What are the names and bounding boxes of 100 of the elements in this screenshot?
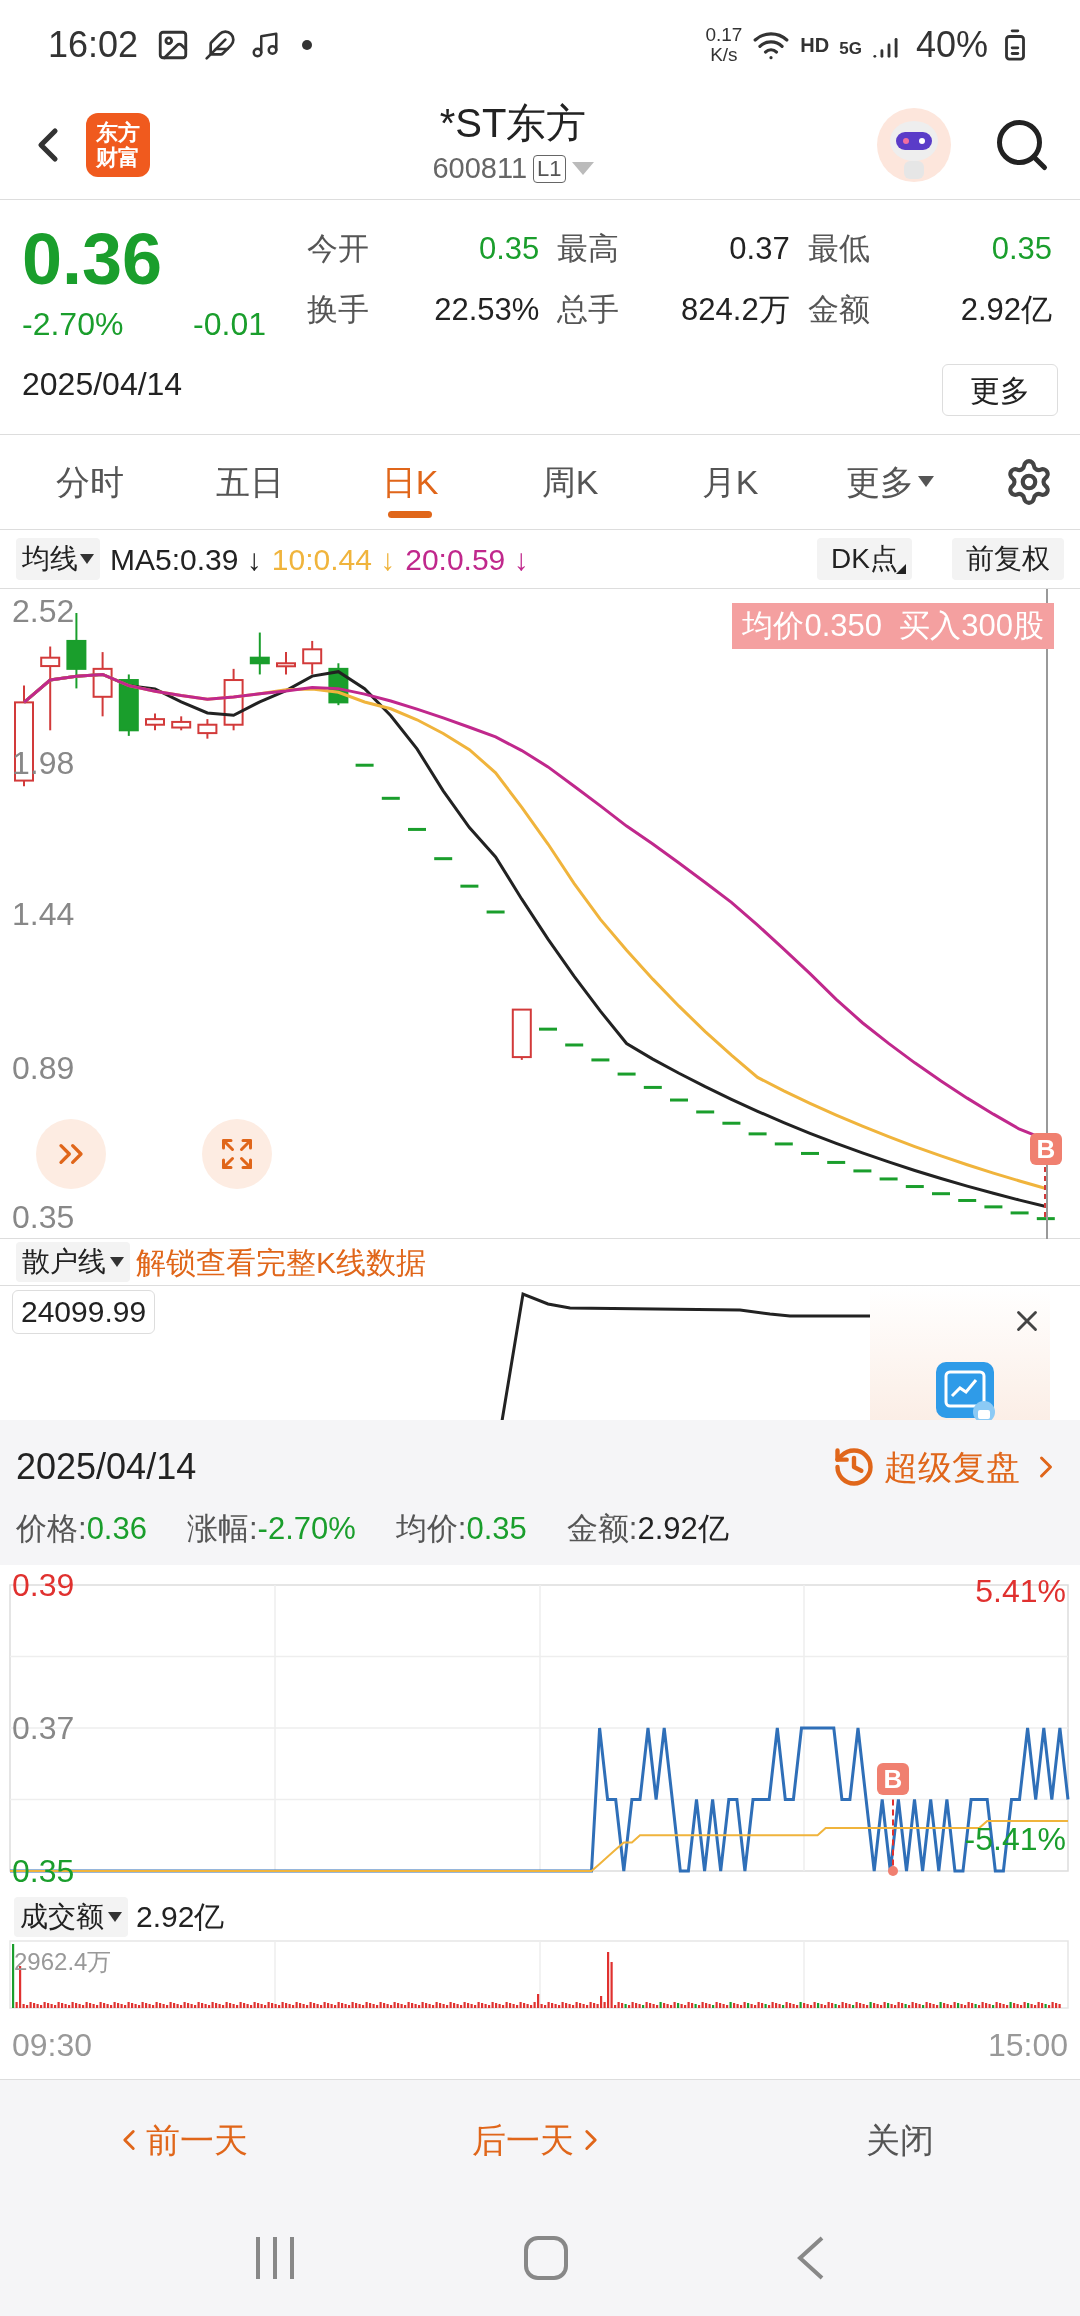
home-icon[interactable] [523, 2235, 569, 2281]
candlestick [670, 1098, 688, 1102]
candlestick [696, 1110, 715, 1114]
marker-line [1044, 1166, 1046, 1220]
candlestick [511, 1008, 532, 1061]
candlestick [853, 1169, 872, 1173]
candlestick [118, 673, 139, 737]
stat-value: 0.36 [86, 1510, 147, 1548]
candlestick [249, 631, 270, 676]
candlestick [197, 718, 218, 740]
stat-label: 最低 [807, 230, 870, 268]
moving-average-value: MA5:0.39 ↓ [110, 541, 262, 578]
candlestick [958, 1198, 977, 1202]
candlestick [643, 1085, 662, 1089]
candlestick [774, 1142, 793, 1146]
candlestick [748, 1132, 767, 1136]
period-tab[interactable]: 更多 [810, 434, 970, 530]
candlestick [827, 1160, 846, 1164]
axis-label: 1.44 [12, 896, 75, 932]
period-tab[interactable]: 五日 [170, 434, 330, 530]
stat-value: -2.70% [257, 1510, 356, 1548]
history-icon [832, 1445, 876, 1489]
moving-average-value: 20:0.59 ↓ [405, 541, 529, 578]
time-label: 09:30 [12, 2025, 93, 2065]
volume-max-label: 2962.4万 [14, 1947, 112, 1977]
axis-label: 2.52 [12, 593, 75, 629]
stat-value: 0.35 [479, 230, 540, 268]
tab-underline [388, 510, 432, 518]
candlestick [591, 1058, 610, 1062]
dropdown-caret-icon [108, 1911, 122, 1922]
dk-button[interactable]: DK点 [817, 538, 912, 580]
candlestick [302, 639, 323, 676]
recent-apps-icon[interactable] [253, 2235, 296, 2281]
candlestick [223, 667, 244, 732]
period-tab[interactable]: 周K [490, 434, 650, 530]
axis-label: 0.89 [12, 1050, 75, 1086]
network-label: 5G [839, 38, 862, 60]
trade-tag: 均价0.350 买入300股 [732, 603, 1054, 649]
music-note-icon [250, 30, 281, 60]
stat-value: 22.53% [434, 290, 540, 329]
moving-average-value: 10:0.44 ↓ [271, 541, 396, 578]
change-amount: -0.01 [193, 305, 266, 344]
detail-date: 2025/04/14 [16, 1445, 197, 1489]
expand-icon [219, 1136, 255, 1172]
stat-label: 均价: [395, 1510, 467, 1548]
change-percent: -2.70% [22, 305, 124, 344]
candlestick [171, 715, 192, 732]
candlestick [932, 1192, 950, 1196]
indicator-dropdown[interactable]: 散户线 [16, 1242, 130, 1282]
more-button[interactable]: 更多 [942, 364, 1058, 416]
buy-marker: B [877, 1763, 909, 1795]
stat-label: 最高 [557, 230, 620, 268]
candlestick [1036, 1217, 1055, 1221]
candlestick [408, 827, 426, 831]
stat-value: 0.35 [466, 1510, 527, 1548]
stat-label: 换手 [307, 290, 369, 329]
period-tab[interactable]: 月K [650, 434, 810, 530]
logo-text: 东方 [96, 119, 140, 145]
adjust-button[interactable]: 前复权 [952, 538, 1064, 580]
candlestick [460, 884, 479, 888]
candlestick [486, 910, 505, 914]
battery-percent: 40% [915, 23, 988, 67]
candlestick [879, 1177, 898, 1181]
stat-value: 0.37 [729, 230, 790, 268]
indicator-dropdown[interactable]: 均线 [16, 538, 100, 580]
marker-dot [888, 1866, 898, 1876]
candlestick [539, 1027, 557, 1031]
candlestick [984, 1205, 1003, 1209]
corner-caret-icon [896, 564, 906, 574]
candlestick [801, 1151, 819, 1155]
price-axis-label: 0.39 [12, 1567, 75, 1603]
price-axis-label: 0.37 [12, 1710, 75, 1746]
time-label: 15:00 [987, 2025, 1068, 2065]
axis-label: 0.35 [12, 1199, 75, 1235]
candlestick [276, 651, 296, 676]
stat-value: 2.92亿 [960, 290, 1052, 329]
current-price: 0.36 [22, 218, 164, 300]
logo-text: 财富 [96, 144, 140, 170]
candlestick [381, 796, 400, 800]
period-tab[interactable]: 分时 [10, 434, 170, 530]
candlestick [565, 1043, 584, 1047]
close-button[interactable]: 关闭 [720, 2114, 1080, 2166]
stat-value: 2.92亿 [637, 1510, 729, 1548]
stock-code: 600811 [432, 150, 528, 186]
volume-dropdown[interactable]: 成交额 [14, 1896, 128, 1937]
net-speed: 0.17 [705, 25, 743, 45]
stat-label: 涨幅: [186, 1510, 258, 1548]
volume-total: 2.92亿 [136, 1899, 225, 1935]
candlestick [1010, 1211, 1029, 1215]
buy-marker: B [1030, 1133, 1062, 1165]
stat-value: 824.2万 [681, 290, 790, 329]
candlestick [145, 712, 165, 732]
percent-axis-label: 5.41% [975, 1572, 1066, 1611]
dropdown-caret-icon [571, 161, 594, 176]
stat-label: 金额 [807, 290, 870, 329]
hd-label: HD [800, 33, 830, 58]
stat-label: 今开 [307, 230, 369, 268]
quote-date: 2025/04/14 [22, 365, 184, 404]
stat-label: 价格: [16, 1510, 87, 1548]
value-tag: 24099.99 [12, 1290, 156, 1334]
